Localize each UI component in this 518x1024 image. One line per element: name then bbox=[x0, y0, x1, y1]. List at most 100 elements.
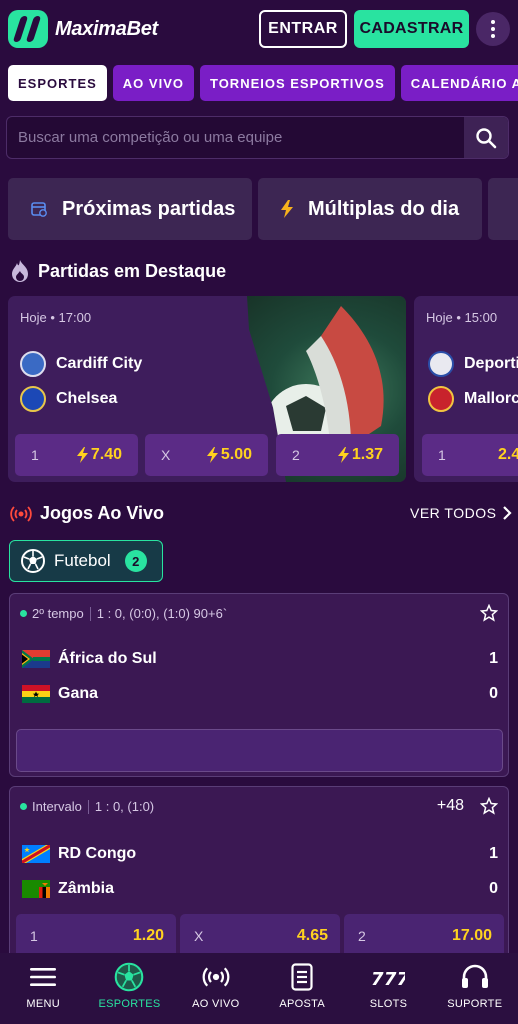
brand-logo[interactable]: MaximaBet bbox=[8, 10, 158, 48]
away-team-name: Chelsea bbox=[56, 390, 118, 407]
odd-number: 4.65 bbox=[296, 927, 328, 944]
calendar-icon bbox=[30, 200, 48, 218]
home-team-name: Deportivo bbox=[464, 355, 518, 372]
lightning-icon bbox=[280, 200, 294, 218]
home-score: 1 bbox=[489, 650, 498, 667]
daily-multiples-label: Múltiplas do dia bbox=[308, 197, 460, 220]
odd-number: 5.00 bbox=[220, 446, 252, 463]
odd-label: 1 bbox=[31, 447, 39, 463]
match-time: Hoje • 17:00 bbox=[20, 310, 92, 325]
nav-aposta-label: APOSTA bbox=[279, 998, 325, 1010]
ghana-flag-icon bbox=[22, 685, 50, 703]
nav-ao-vivo[interactable]: AO VIVO bbox=[173, 953, 259, 1024]
match-score-detail: 1 : 0, (1:0) bbox=[94, 799, 155, 814]
tab-torneios[interactable]: TORNEIOS ESPORTIVOS bbox=[199, 65, 395, 101]
kebab-icon[interactable] bbox=[476, 12, 510, 46]
nav-suporte-label: SUPORTE bbox=[447, 998, 503, 1010]
nav-menu-label: MENU bbox=[26, 998, 60, 1010]
logo-mark-icon bbox=[8, 10, 48, 48]
see-all-label: VER TODOS bbox=[410, 505, 497, 521]
deportivo-crest-icon bbox=[428, 351, 454, 377]
login-button[interactable]: ENTRAR bbox=[259, 10, 347, 48]
nav-suporte[interactable]: SUPORTE bbox=[432, 953, 518, 1024]
odd-home-button[interactable]: 1 2.4 bbox=[422, 434, 518, 476]
live-match-card[interactable]: Intervalo 1 : 0, (1:0) +48 RD Congo 1 Zâ… bbox=[9, 786, 509, 976]
fire-icon bbox=[10, 259, 30, 283]
favorite-star-icon[interactable] bbox=[480, 604, 498, 622]
match-period: Intervalo bbox=[32, 799, 82, 814]
slots-777-icon: 777 bbox=[371, 962, 405, 992]
tab-calendario[interactable]: CALENDÁRIO AO bbox=[400, 65, 518, 101]
home-team: Deportivo bbox=[428, 351, 518, 377]
live-dot-icon bbox=[20, 803, 27, 810]
nav-esportes-label: ESPORTES bbox=[98, 998, 161, 1010]
menu-icon bbox=[29, 962, 57, 992]
odd-draw-button[interactable]: X 5.00 bbox=[145, 434, 268, 476]
signup-button[interactable]: CADASTRAR bbox=[354, 10, 469, 48]
tab-esportes[interactable]: ESPORTES bbox=[8, 65, 107, 101]
nav-aposta[interactable]: APOSTA bbox=[259, 953, 345, 1024]
more-markets-count[interactable]: +48 bbox=[437, 797, 464, 815]
see-all-link[interactable]: VER TODOS bbox=[410, 505, 513, 521]
home-team-name: RD Congo bbox=[58, 845, 137, 862]
odd-label: X bbox=[194, 928, 204, 944]
lightning-icon bbox=[337, 447, 349, 463]
away-team: Gana bbox=[22, 685, 98, 703]
svg-text:777: 777 bbox=[371, 969, 405, 989]
odd-value: 5.00 bbox=[206, 446, 252, 464]
away-team-name: Zâmbia bbox=[58, 880, 115, 897]
quick-links: Próximas partidas Múltiplas do dia bbox=[8, 178, 518, 240]
away-score: 0 bbox=[489, 685, 498, 702]
upcoming-matches-label: Próximas partidas bbox=[62, 197, 236, 220]
quick-link-partial[interactable] bbox=[488, 178, 518, 240]
featured-section-title: Partidas em Destaque bbox=[10, 259, 226, 283]
mallorca-crest-icon bbox=[428, 386, 454, 412]
match-time: Hoje • 15:00 bbox=[426, 310, 498, 325]
nav-ao-vivo-label: AO VIVO bbox=[192, 998, 240, 1010]
odd-away-button[interactable]: 2 1.37 bbox=[276, 434, 399, 476]
match-status: Intervalo 1 : 0, (1:0) bbox=[20, 799, 154, 814]
match-period: 2º tempo bbox=[32, 606, 84, 621]
sport-filter-chip[interactable]: Futebol 2 bbox=[9, 540, 163, 582]
home-team-name: Cardiff City bbox=[56, 355, 143, 372]
south-africa-flag-icon bbox=[22, 650, 50, 668]
odd-number: 2.4 bbox=[498, 446, 518, 463]
nav-esportes[interactable]: ESPORTES bbox=[86, 953, 172, 1024]
lightning-icon bbox=[206, 447, 218, 463]
live-match-card[interactable]: 2º tempo 1 : 0, (0:0), (1:0) 90+6` Áfric… bbox=[9, 593, 509, 777]
daily-multiples-card[interactable]: Múltiplas do dia bbox=[258, 178, 482, 240]
search-input[interactable] bbox=[7, 117, 464, 158]
match-score-detail: 1 : 0, (0:0), (1:0) 90+6` bbox=[96, 606, 228, 621]
search-button[interactable] bbox=[464, 117, 508, 158]
odd-away-button[interactable]: 2 17.00 bbox=[344, 914, 504, 958]
nav-menu[interactable]: MENU bbox=[0, 953, 86, 1024]
away-team: Mallorca bbox=[428, 386, 518, 412]
bottom-navigation: MENU ESPORTES AO VIVO APOSTA 777 SLOTS S… bbox=[0, 953, 518, 1024]
odd-home-button[interactable]: 1 1.20 bbox=[16, 914, 176, 958]
headset-icon bbox=[460, 962, 490, 992]
live-dot-icon bbox=[20, 610, 27, 617]
search-icon bbox=[476, 127, 497, 148]
odd-home-button[interactable]: 1 7.40 bbox=[15, 434, 138, 476]
sport-chip-label: Futebol bbox=[54, 551, 111, 570]
brand-name: MaximaBet bbox=[55, 17, 158, 40]
nav-slots[interactable]: 777 SLOTS bbox=[345, 953, 431, 1024]
odd-label: 1 bbox=[30, 928, 38, 944]
odd-label: 1 bbox=[438, 447, 446, 463]
upcoming-matches-card[interactable]: Próximas partidas bbox=[8, 178, 252, 240]
tab-ao-vivo[interactable]: AO VIVO bbox=[112, 65, 194, 101]
live-broadcast-icon bbox=[10, 505, 32, 522]
home-team: Cardiff City bbox=[20, 351, 142, 377]
odd-number: 7.40 bbox=[90, 446, 122, 463]
sport-tabs: ESPORTES AO VIVO TORNEIOS ESPORTIVOS CAL… bbox=[8, 65, 518, 101]
featured-match-card-partial[interactable]: Hoje • 15:00 Deportivo Mallorca 1 2.4 bbox=[414, 296, 518, 482]
odd-number: 1.37 bbox=[351, 446, 383, 463]
bet-slip-icon bbox=[291, 962, 313, 992]
favorite-star-icon[interactable] bbox=[480, 797, 498, 815]
live-title: Jogos Ao Vivo bbox=[40, 503, 165, 523]
odd-number: 17.00 bbox=[451, 927, 492, 944]
odd-draw-button[interactable]: X 4.65 bbox=[180, 914, 340, 958]
featured-match-card[interactable]: Hoje • 17:00 Cardiff City Chelsea 1 7.40… bbox=[8, 296, 406, 482]
odd-value: 7.40 bbox=[76, 446, 122, 464]
away-team: Chelsea bbox=[20, 386, 117, 412]
